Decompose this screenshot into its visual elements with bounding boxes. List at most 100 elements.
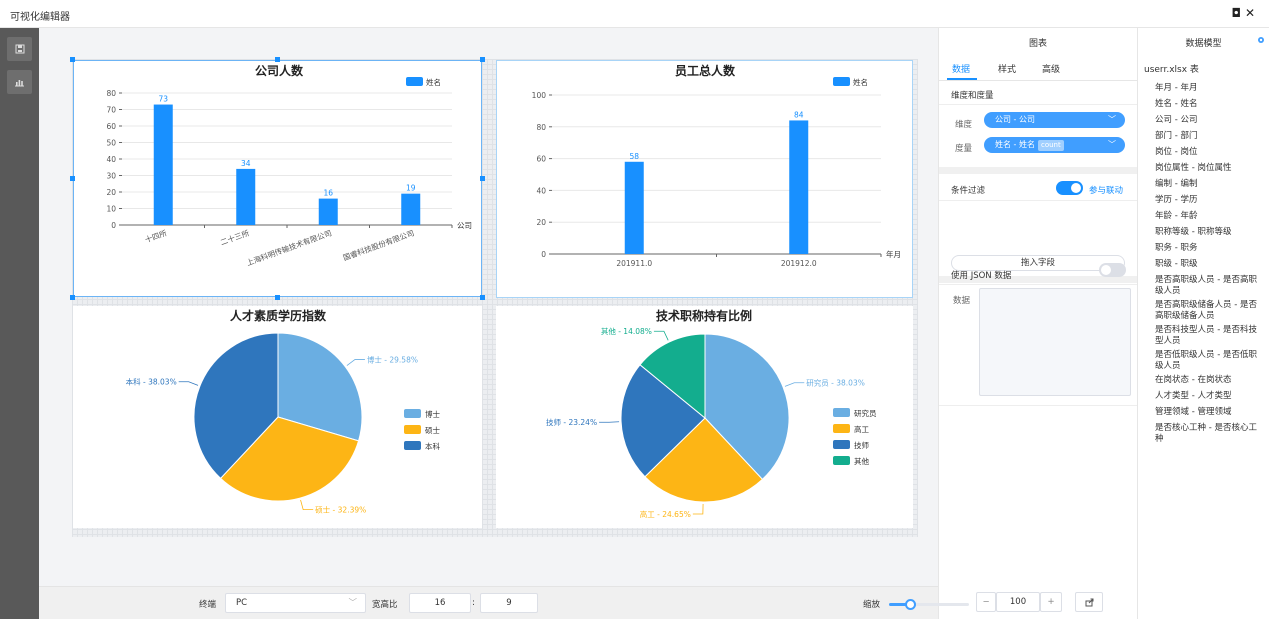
y-tick-label: 0 [541, 250, 546, 259]
divider [939, 405, 1138, 406]
terminal-label: 终端 [199, 600, 217, 610]
measure-label: 度量 [955, 144, 973, 154]
chart-card-title[interactable]: 技术职称持有比例 研究员 - 38.03% 研究员 高工 - 24.65% 高工 技师 -… [496, 306, 913, 528]
resize-handle[interactable] [70, 176, 75, 181]
export-button[interactable] [1075, 592, 1103, 612]
chart-title: 员工总人数 [675, 63, 736, 78]
y-tick-label: 10 [106, 205, 116, 214]
x-tick-label: 十四所 [143, 227, 168, 244]
chart-title: 人才素质学历指数 [230, 308, 327, 323]
section-dimension-measure: 维度和度量 [951, 91, 994, 101]
model-title: 数据模型 [1185, 39, 1222, 49]
resize-handle[interactable] [70, 57, 75, 62]
window-controls: ◘✕ [1231, 6, 1259, 20]
y-tick-label: 60 [536, 155, 546, 164]
model-field-item[interactable]: 管理领域 - 管理领域 [1155, 407, 1261, 418]
resize-handle[interactable] [480, 295, 485, 300]
model-field-item[interactable]: 职务 - 职务 [1155, 243, 1261, 254]
json-toggle[interactable] [1099, 263, 1126, 277]
linkage-toggle[interactable] [1056, 181, 1083, 195]
tab-advanced[interactable]: 高级 [1042, 62, 1060, 75]
left-toolbar [0, 28, 39, 619]
model-field-item[interactable]: 职级 - 职级 [1155, 259, 1261, 270]
label-leader-line [692, 503, 704, 515]
resize-handle[interactable] [275, 295, 280, 300]
y-tick-label: 30 [106, 172, 116, 181]
zoom-slider[interactable] [889, 599, 969, 610]
properties-panel: 图表 数据 样式 高级 维度和度量 维度 公司 - 公司 ﹀ 度量 姓名 - 姓… [938, 28, 1138, 619]
zoom-slider-handle[interactable] [904, 599, 916, 610]
ratio-label: 宽高比 [372, 600, 398, 610]
model-field-item[interactable]: 公司 - 公司 [1155, 115, 1261, 126]
chart-card-education[interactable]: 人才素质学历指数 博士 - 29.58% 博士 硕士 - 32.39% 硕士 本科 - 3… [73, 306, 482, 528]
bar-chart-company: 公司人数姓名 0 10 20 30 40 50 60 70 80 公司 73 十四所 34 二十三所 16 上海… [106, 63, 472, 268]
legend-label: 本科 [425, 441, 440, 451]
aggregate-badge: count [1037, 140, 1064, 151]
y-tick-label: 40 [106, 155, 116, 164]
model-field-item[interactable]: 是否低职级人员 - 是否低职级人员 [1155, 350, 1261, 372]
tab-style[interactable]: 样式 [998, 62, 1016, 75]
save-button[interactable] [7, 37, 32, 61]
linkage-label: 参与联动 [1089, 186, 1124, 196]
zoom-label: 缩放 [863, 600, 881, 610]
y-tick-label: 50 [106, 139, 116, 148]
legend-swatch [404, 441, 421, 450]
label-leader-line [653, 330, 669, 341]
model-field-item[interactable]: 年龄 - 年龄 [1155, 211, 1261, 222]
model-field-item[interactable]: 人才类型 - 人才类型 [1155, 391, 1261, 402]
pie-chart-education: 人才素质学历指数博士 - 29.58% 博士硕士 - 32.39% 硕士 本科 - 3… [126, 308, 441, 515]
filter-label: 条件过滤 [951, 186, 986, 196]
resize-handle[interactable] [275, 57, 280, 62]
model-field-item[interactable]: 在岗状态 - 在岗状态 [1155, 375, 1261, 386]
tab-data[interactable]: 数据 [952, 62, 970, 75]
gear-icon[interactable] [1257, 36, 1265, 44]
model-field-item[interactable]: 姓名 - 姓名 [1155, 99, 1261, 110]
terminal-select[interactable]: PC ﹀ [225, 593, 366, 613]
label-leader-line [784, 382, 805, 387]
chart-button[interactable] [7, 70, 32, 94]
chart-card-employees[interactable]: 员工总人数 姓名 0 20 40 60 80 100 年月 58 201911.0 84 201912.… [496, 60, 913, 298]
legend-swatch [404, 409, 421, 418]
model-field-item[interactable]: 岗位 - 岗位 [1155, 147, 1261, 158]
x-tick-label: 国睿科技股份有限公司 [342, 227, 416, 262]
zoom-input[interactable]: 100 [996, 592, 1040, 612]
model-field-item[interactable]: 学历 - 学历 [1155, 195, 1261, 206]
legend-swatch [406, 77, 423, 86]
resize-handle[interactable] [480, 176, 485, 181]
json-label: 使用 JSON 数据 [951, 271, 1012, 281]
chevron-down-icon: ﹀ [348, 598, 357, 608]
model-field-item[interactable]: 岗位属性 - 岗位属性 [1155, 163, 1261, 174]
close-icon[interactable]: ✕ [1245, 6, 1259, 20]
model-field-item[interactable]: 职称等级 - 职称等级 [1155, 227, 1261, 238]
slice-label: 硕士 - 32.39% [315, 505, 366, 515]
title-bar: 可视化编辑器 ◘✕ [0, 0, 1269, 28]
json-data-textarea[interactable] [979, 288, 1131, 396]
chart-card-company[interactable]: 公司人数 姓名 0 10 20 30 40 50 60 70 80 公司 73 十四所 34 二十三所 16 上海… [73, 60, 482, 297]
panel-title: 图表 [1028, 39, 1047, 49]
legend-swatch [833, 408, 850, 417]
model-field-item[interactable]: 是否高职级储备人员 - 是否高职级储备人员 [1155, 300, 1261, 322]
x-tick-label: 201912.0 [781, 259, 817, 268]
measure-select[interactable]: 姓名 - 姓名 count ﹀ [984, 137, 1125, 153]
model-field-item[interactable]: 是否核心工种 - 是否核心工种 [1155, 423, 1261, 445]
measure-value: 姓名 - 姓名 [995, 140, 1035, 149]
maximize-icon[interactable]: ◘ [1231, 6, 1245, 20]
model-field-item[interactable]: 是否高职级人员 - 是否高职级人员 [1155, 275, 1261, 297]
chart-icon [15, 80, 24, 87]
legend-swatch [833, 440, 850, 449]
ratio-height-input[interactable]: 9 [480, 593, 538, 613]
resize-handle[interactable] [70, 295, 75, 300]
zoom-out-button[interactable]: − [976, 592, 996, 612]
chevron-down-icon: ﹀ [1108, 115, 1116, 124]
model-field-item[interactable]: 部门 - 部门 [1155, 131, 1261, 142]
legend-swatch [833, 77, 850, 86]
data-label: 73 [158, 95, 168, 104]
resize-handle[interactable] [480, 57, 485, 62]
zoom-in-button[interactable]: + [1040, 592, 1062, 612]
legend-label: 高工 [854, 424, 869, 434]
dimension-select[interactable]: 公司 - 公司 ﹀ [984, 112, 1125, 128]
model-field-item[interactable]: 是否科技型人员 - 是否科技型人员 [1155, 325, 1261, 347]
model-field-item[interactable]: 年月 - 年月 [1155, 83, 1261, 94]
ratio-width-input[interactable]: 16 [409, 593, 471, 613]
model-field-item[interactable]: 编制 - 编制 [1155, 179, 1261, 190]
